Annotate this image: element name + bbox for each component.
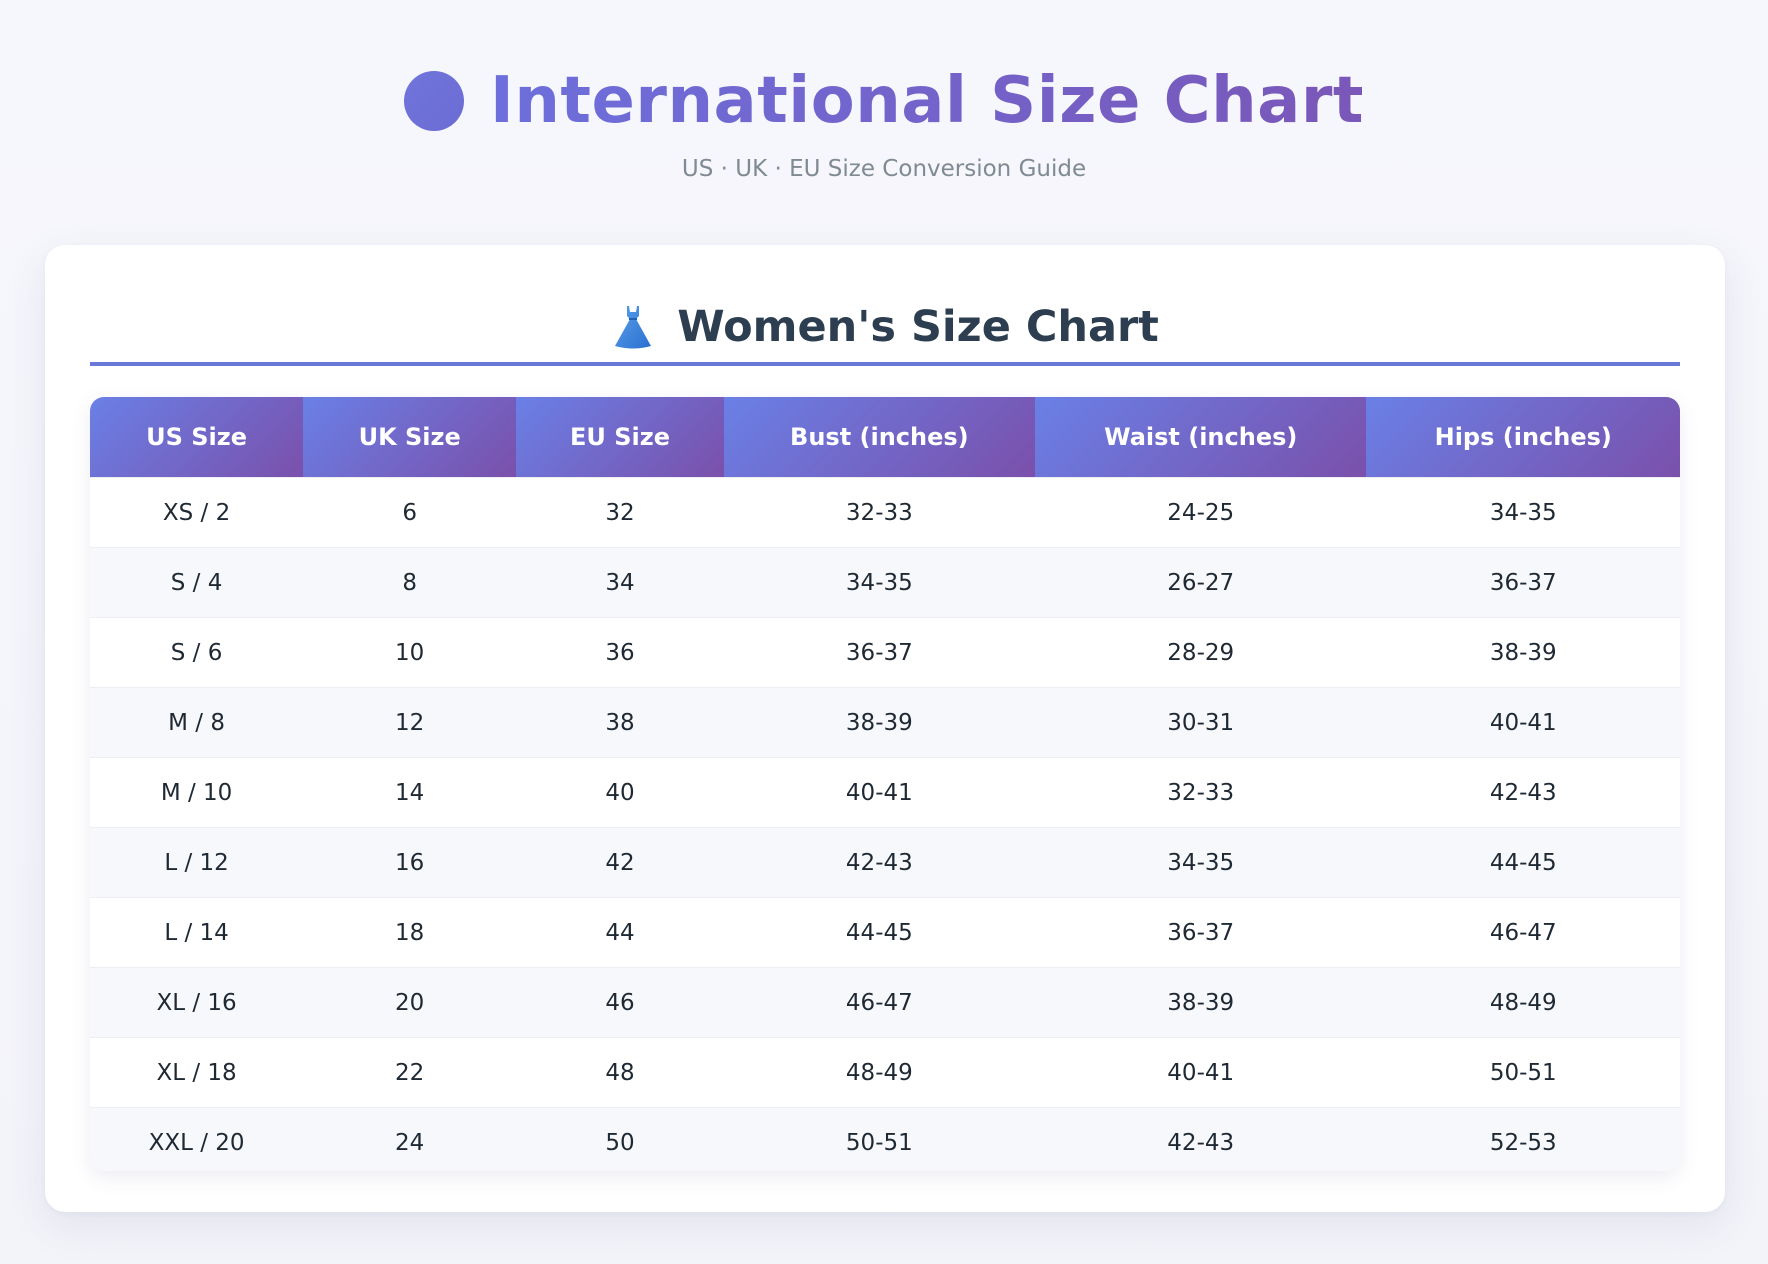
table-row: XL / 18 22 48 48-49 40-41 50-51 (90, 1037, 1680, 1108)
table-row: S / 6 10 36 36-37 28-29 38-39 (90, 617, 1680, 688)
table-row: XS / 2 6 32 32-33 24-25 34-35 (90, 477, 1680, 548)
cell-waist: 28-29 (1034, 617, 1367, 688)
column-header-hips: Hips (inches) (1366, 397, 1680, 478)
table-header-row: US Size UK Size EU Size Bust (inches) Wa… (90, 397, 1680, 478)
cell-bust: 34-35 (723, 547, 1035, 618)
cell-hips: 50-51 (1366, 1037, 1680, 1108)
cell-bust: 36-37 (723, 617, 1035, 688)
column-header-bust: Bust (inches) (723, 397, 1035, 478)
cell-uk-size: 10 (303, 617, 517, 688)
title-row: International Size Chart (0, 62, 1768, 140)
cell-bust: 42-43 (723, 827, 1035, 898)
cell-waist: 32-33 (1034, 757, 1367, 828)
page-subtitle: US · UK · EU Size Conversion Guide (681, 156, 1087, 182)
cell-eu-size: 50 (516, 1107, 724, 1171)
cell-hips: 52-53 (1366, 1107, 1680, 1171)
cell-eu-size: 34 (516, 547, 724, 618)
cell-uk-size: 12 (303, 687, 517, 758)
table-row: M / 8 12 38 38-39 30-31 40-41 (90, 687, 1680, 758)
cell-us-size: L / 12 (90, 827, 304, 898)
size-table: US Size UK Size EU Size Bust (inches) Wa… (90, 397, 1680, 1171)
cell-uk-size: 18 (303, 897, 517, 968)
cell-waist: 30-31 (1034, 687, 1367, 758)
cell-eu-size: 32 (516, 477, 724, 548)
cell-us-size: S / 4 (90, 547, 304, 618)
circle-logo-icon (404, 71, 464, 131)
cell-us-size: M / 8 (90, 687, 304, 758)
cell-waist: 42-43 (1034, 1107, 1367, 1171)
cell-hips: 42-43 (1366, 757, 1680, 828)
table-row: M / 10 14 40 40-41 32-33 42-43 (90, 757, 1680, 828)
table-row: XXL / 20 24 50 50-51 42-43 52-53 (90, 1107, 1680, 1171)
cell-bust: 32-33 (723, 477, 1035, 548)
cell-uk-size: 22 (303, 1037, 517, 1108)
cell-eu-size: 38 (516, 687, 724, 758)
cell-us-size: XS / 2 (90, 477, 304, 548)
table-row: XL / 16 20 46 46-47 38-39 48-49 (90, 967, 1680, 1038)
table-row: L / 14 18 44 44-45 36-37 46-47 (90, 897, 1680, 968)
cell-bust: 46-47 (723, 967, 1035, 1038)
cell-bust: 44-45 (723, 897, 1035, 968)
cell-us-size: M / 10 (90, 757, 304, 828)
column-header-waist: Waist (inches) (1034, 397, 1367, 478)
cell-us-size: L / 14 (90, 897, 304, 968)
cell-hips: 38-39 (1366, 617, 1680, 688)
cell-uk-size: 6 (303, 477, 517, 548)
cell-us-size: S / 6 (90, 617, 304, 688)
section-divider (90, 362, 1680, 366)
cell-uk-size: 16 (303, 827, 517, 898)
cell-us-size: XXL / 20 (90, 1107, 304, 1171)
cell-bust: 48-49 (723, 1037, 1035, 1108)
cell-bust: 50-51 (723, 1107, 1035, 1171)
cell-eu-size: 46 (516, 967, 724, 1038)
size-table-wrapper: US Size UK Size EU Size Bust (inches) Wa… (90, 397, 1680, 1171)
cell-eu-size: 42 (516, 827, 724, 898)
cell-hips: 46-47 (1366, 897, 1680, 968)
cell-waist: 40-41 (1034, 1037, 1367, 1108)
cell-hips: 48-49 (1366, 967, 1680, 1038)
cell-bust: 40-41 (723, 757, 1035, 828)
dress-icon (611, 304, 655, 350)
table-row: L / 12 16 42 42-43 34-35 44-45 (90, 827, 1680, 898)
size-chart-card: Women's Size Chart US Size UK Size EU Si… (45, 245, 1725, 1212)
cell-eu-size: 44 (516, 897, 724, 968)
cell-eu-size: 48 (516, 1037, 724, 1108)
cell-uk-size: 20 (303, 967, 517, 1038)
cell-waist: 36-37 (1034, 897, 1367, 968)
cell-hips: 36-37 (1366, 547, 1680, 618)
cell-uk-size: 8 (303, 547, 517, 618)
cell-uk-size: 24 (303, 1107, 517, 1171)
section-title: Women's Size Chart (677, 302, 1159, 352)
page-title: International Size Chart (490, 64, 1364, 138)
cell-us-size: XL / 18 (90, 1037, 304, 1108)
cell-eu-size: 36 (516, 617, 724, 688)
cell-hips: 40-41 (1366, 687, 1680, 758)
cell-uk-size: 14 (303, 757, 517, 828)
cell-bust: 38-39 (723, 687, 1035, 758)
cell-waist: 26-27 (1034, 547, 1367, 618)
cell-eu-size: 40 (516, 757, 724, 828)
cell-waist: 34-35 (1034, 827, 1367, 898)
cell-us-size: XL / 16 (90, 967, 304, 1038)
column-header-us-size: US Size (90, 397, 304, 478)
cell-waist: 38-39 (1034, 967, 1367, 1038)
section-header: Women's Size Chart (90, 297, 1680, 357)
cell-waist: 24-25 (1034, 477, 1367, 548)
cell-hips: 44-45 (1366, 827, 1680, 898)
column-header-uk-size: UK Size (303, 397, 517, 478)
column-header-eu-size: EU Size (516, 397, 724, 478)
table-row: S / 4 8 34 34-35 26-27 36-37 (90, 547, 1680, 618)
cell-hips: 34-35 (1366, 477, 1680, 548)
